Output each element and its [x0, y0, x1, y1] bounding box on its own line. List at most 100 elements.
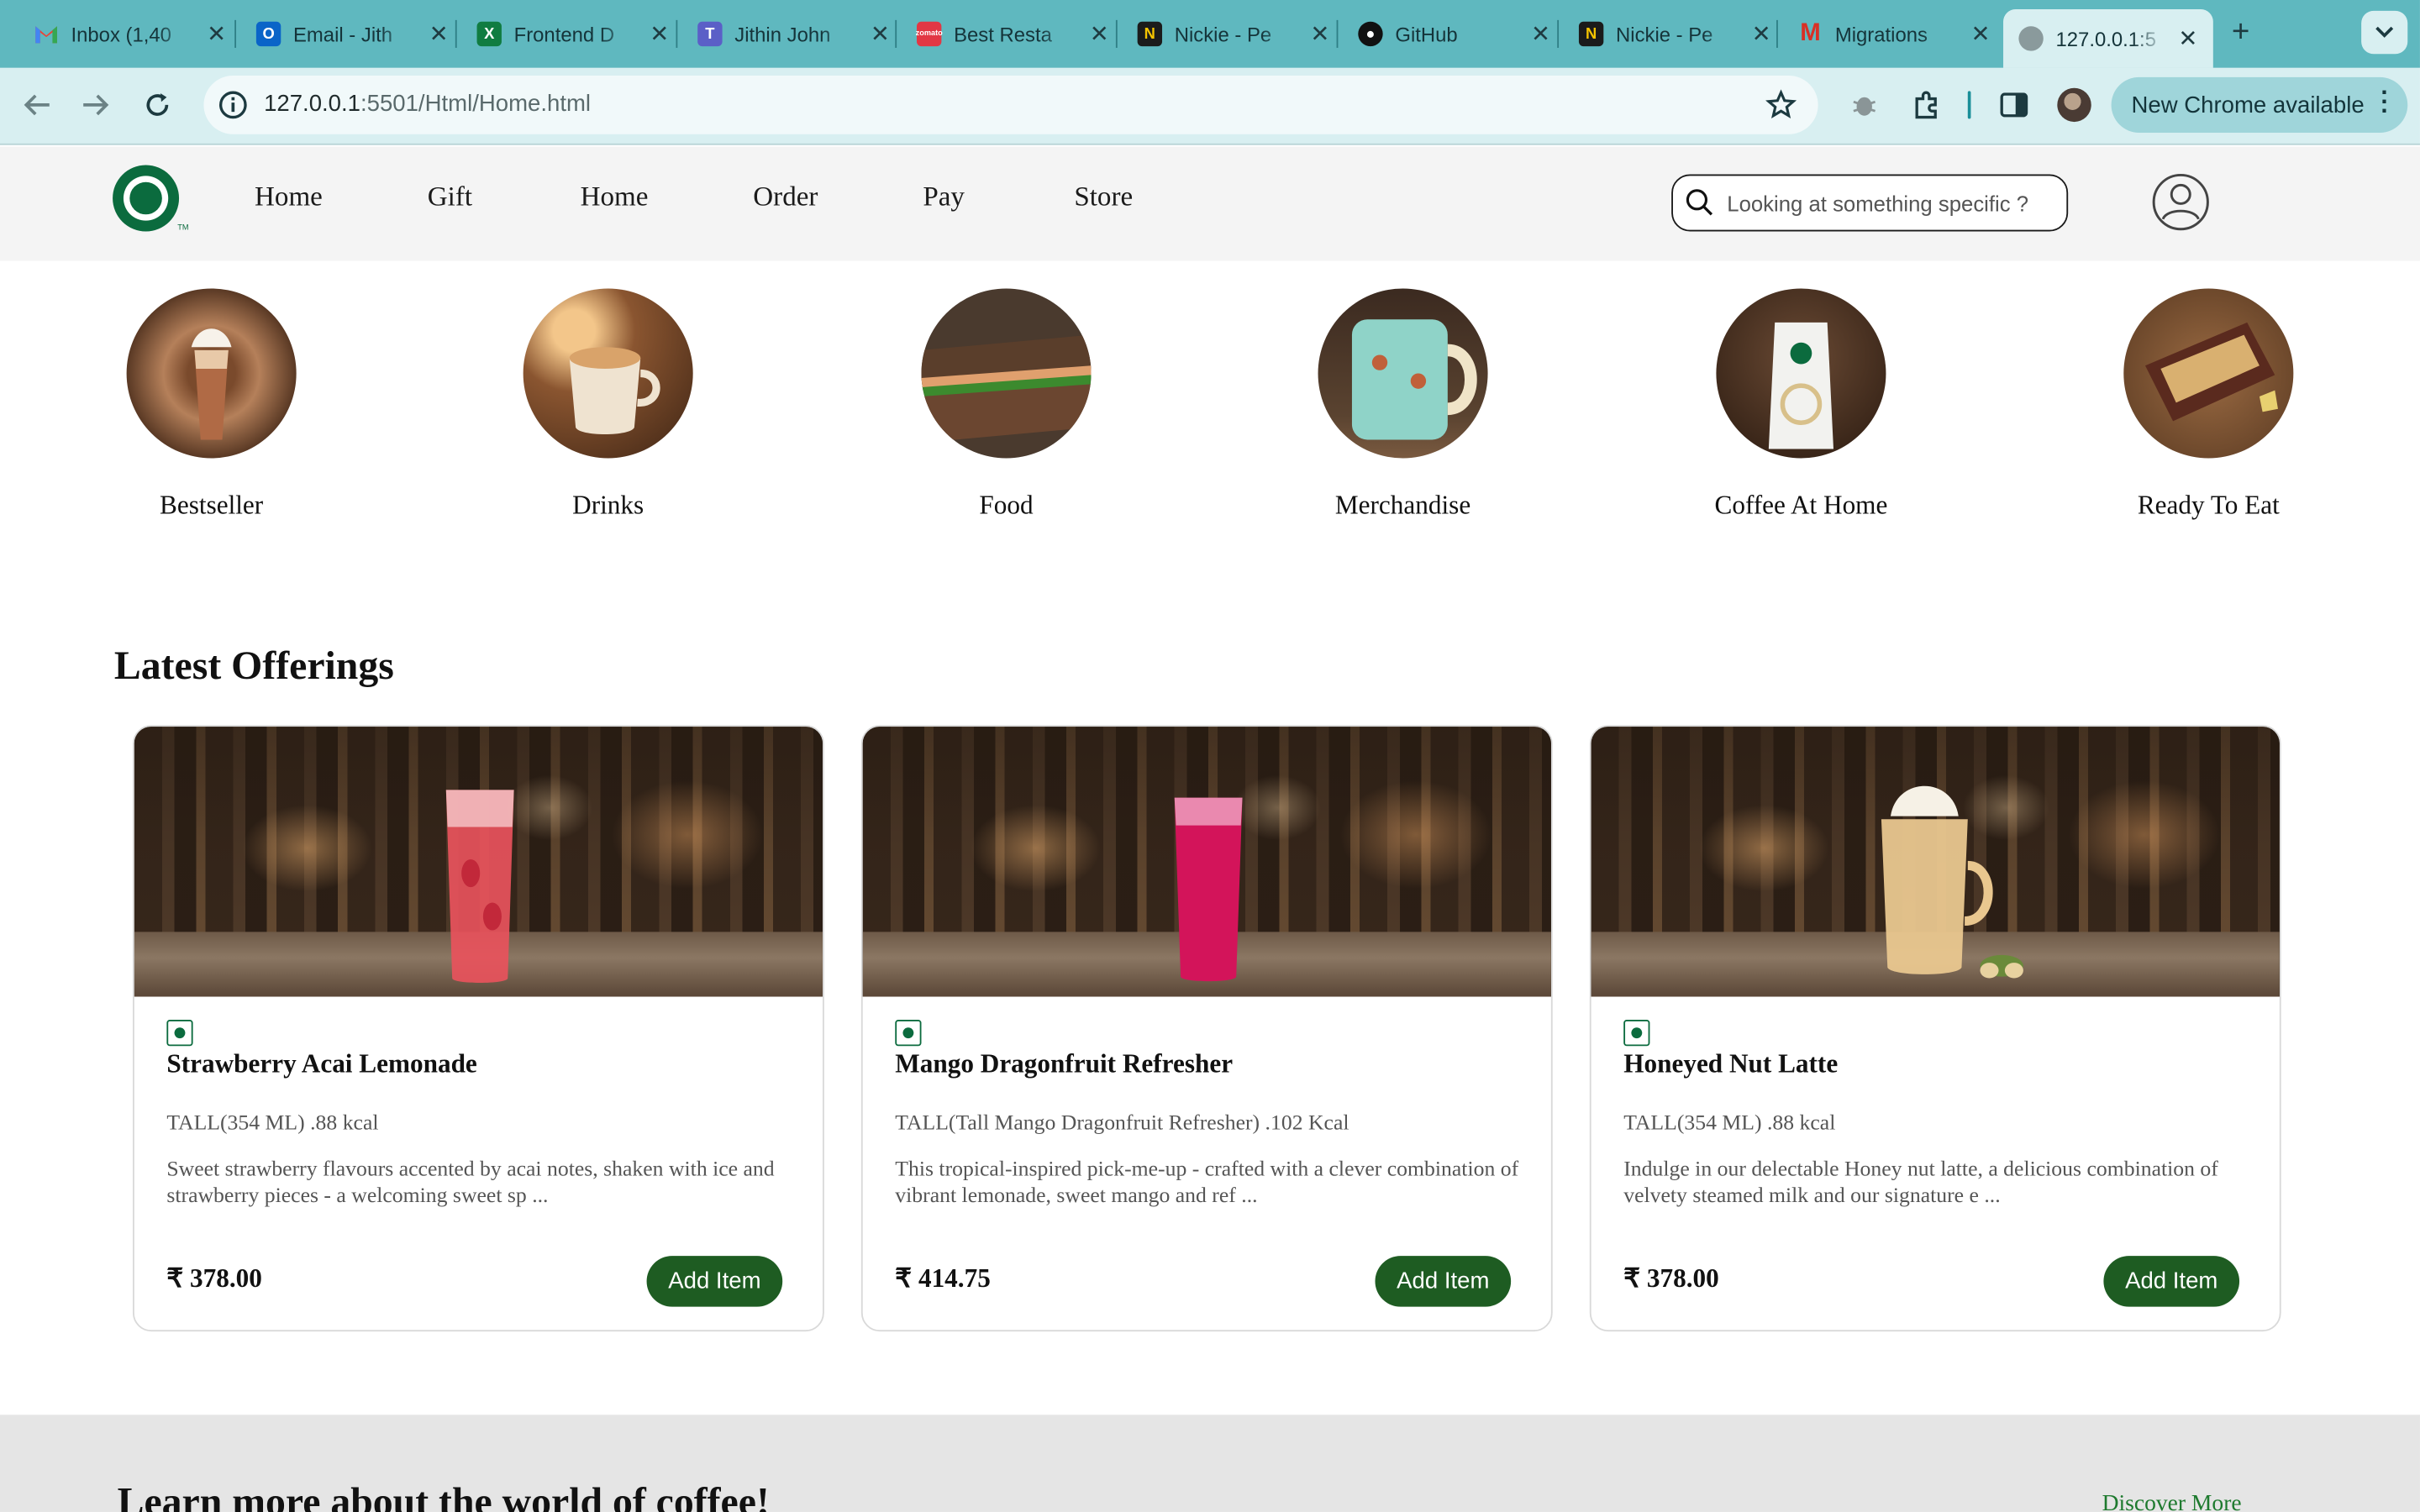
- merchandise-image: [1318, 288, 1488, 459]
- nav-pay[interactable]: Pay: [923, 181, 965, 213]
- close-icon[interactable]: ✕: [207, 20, 226, 48]
- browser-tab[interactable]: M Migrations ✕: [1782, 9, 2006, 59]
- product-price: ₹ 414.75: [895, 1263, 991, 1294]
- close-icon[interactable]: ✕: [1090, 20, 1109, 48]
- category-merchandise[interactable]: Merchandise: [1318, 288, 1488, 520]
- category-label: Food: [979, 491, 1034, 520]
- browser-tab[interactable]: Inbox (1,40 ✕: [18, 9, 242, 59]
- site-info-icon[interactable]: [216, 88, 250, 122]
- category-label: Bestseller: [160, 491, 264, 520]
- tab-title: Nickie - Pe: [1174, 22, 1272, 46]
- profile-avatar[interactable]: [2057, 87, 2091, 123]
- tab-title: Frontend D: [513, 22, 615, 46]
- browser-tab-active[interactable]: 127.0.0.1:5 ✕: [2003, 9, 2213, 68]
- close-icon[interactable]: ✕: [1531, 20, 1550, 48]
- close-icon[interactable]: ✕: [650, 20, 669, 48]
- side-panel-icon[interactable]: [1996, 87, 2033, 123]
- category-label: Ready To Eat: [2137, 491, 2280, 520]
- web-page: TM Home Gift Home Order Pay Store Be: [0, 146, 2420, 1512]
- tab-title: Migrations: [1834, 22, 1928, 46]
- tab-title: Best Resta: [954, 22, 1052, 46]
- browser-tab[interactable]: zomato Best Resta ✕: [902, 9, 1125, 59]
- url-text: 127.0.0.1:5501/Html/Home.html: [264, 91, 591, 117]
- browser-tab[interactable]: O Email - Jith ✕: [241, 9, 465, 59]
- category-label: Coffee At Home: [1714, 491, 1888, 520]
- close-icon[interactable]: ✕: [871, 20, 890, 48]
- close-icon[interactable]: ✕: [2178, 24, 2197, 52]
- address-bar[interactable]: 127.0.0.1:5501/Html/Home.html: [203, 75, 1818, 134]
- user-account-icon[interactable]: [2151, 173, 2210, 232]
- product-card: Mango Dragonfruit Refresher TALL(Tall Ma…: [860, 725, 1553, 1332]
- nav-home-2[interactable]: Home: [581, 181, 649, 213]
- extensions-puzzle-icon[interactable]: [1907, 87, 1944, 123]
- add-item-button[interactable]: Add Item: [2103, 1256, 2240, 1307]
- bestseller-image: [126, 288, 297, 459]
- veg-indicator-icon: [1623, 1020, 1650, 1047]
- nav-gift[interactable]: Gift: [428, 181, 472, 213]
- excel-icon: X: [476, 21, 502, 47]
- close-icon[interactable]: ✕: [429, 20, 449, 48]
- category-ready-to-eat[interactable]: Ready To Eat: [2123, 288, 2294, 520]
- nav-store[interactable]: Store: [1074, 181, 1133, 213]
- tab-title: Nickie - Pe: [1616, 22, 1713, 46]
- new-tab-icon[interactable]: +: [2232, 15, 2249, 50]
- tab-title: Email - Jith: [292, 22, 393, 46]
- browser-tab[interactable]: X Frontend D ✕: [461, 9, 685, 59]
- browser-tab[interactable]: T Jithin John ✕: [682, 9, 906, 59]
- product-size: TALL(354 ML) .88 kcal: [166, 1112, 379, 1136]
- forward-arrow-icon[interactable]: [77, 87, 114, 123]
- category-bestseller[interactable]: Bestseller: [126, 288, 297, 520]
- browser-tab[interactable]: N Nickie - Pe ✕: [1564, 9, 1787, 59]
- veg-indicator-icon: [895, 1020, 922, 1047]
- add-item-button[interactable]: Add Item: [1375, 1256, 1512, 1307]
- teams-icon: T: [697, 21, 723, 47]
- tab-search-chevron-icon[interactable]: [2361, 10, 2408, 55]
- close-icon[interactable]: ✕: [1310, 20, 1329, 48]
- discover-more-link[interactable]: Discover More: [2102, 1492, 2242, 1512]
- chrome-update-button[interactable]: New Chrome available · · ·: [2111, 76, 2408, 133]
- category-food[interactable]: Food: [921, 288, 1092, 520]
- browser-tab[interactable]: ● GitHub ✕: [1343, 9, 1566, 59]
- product-name: Mango Dragonfruit Refresher: [895, 1048, 1234, 1079]
- more-menu-icon[interactable]: · · ·: [2381, 81, 2389, 123]
- tab-title: 127.0.0.1:5: [2055, 27, 2156, 50]
- nickie-icon: N: [1137, 21, 1163, 47]
- product-image: [1591, 727, 2280, 997]
- back-arrow-icon[interactable]: [18, 87, 55, 123]
- starbucks-logo[interactable]: TM: [113, 165, 189, 233]
- add-item-button[interactable]: Add Item: [646, 1256, 783, 1307]
- zomato-icon: zomato: [916, 21, 943, 47]
- tab-title: Jithin John: [734, 22, 831, 46]
- extension-bug-icon[interactable]: [1846, 87, 1883, 123]
- category-coffee-at-home[interactable]: Coffee At Home: [1715, 288, 1887, 520]
- ready-to-eat-image: [2123, 288, 2294, 459]
- drinks-image: [523, 288, 693, 459]
- reload-icon[interactable]: [139, 87, 176, 123]
- close-icon[interactable]: ✕: [1970, 20, 1990, 48]
- browser-toolbar: 127.0.0.1:5501/Html/Home.html New Chrome…: [0, 67, 2420, 145]
- product-description: Indulge in our delectable Honey nut latt…: [1623, 1158, 2218, 1209]
- product-size: TALL(354 ML) .88 kcal: [1623, 1112, 1836, 1136]
- nickie-icon: N: [1578, 21, 1604, 47]
- product-name: Strawberry Acai Lemonade: [166, 1048, 477, 1079]
- category-drinks[interactable]: Drinks: [523, 288, 693, 520]
- outlook-icon: O: [255, 21, 281, 47]
- category-label: Merchandise: [1334, 491, 1471, 520]
- coffee-at-home-image: [1716, 288, 1886, 459]
- nav-home[interactable]: Home: [255, 181, 323, 213]
- globe-icon: [2018, 26, 2044, 51]
- search-input[interactable]: [1727, 188, 2060, 219]
- product-card: Strawberry Acai Lemonade TALL(354 ML) .8…: [132, 725, 824, 1332]
- nav-order[interactable]: Order: [753, 181, 818, 213]
- food-image: [921, 288, 1092, 459]
- product-price: ₹ 378.00: [166, 1263, 262, 1294]
- close-icon[interactable]: ✕: [1752, 20, 1771, 48]
- bookmark-star-icon[interactable]: [1765, 89, 1797, 129]
- tab-title: GitHub: [1395, 22, 1458, 46]
- github-icon: ●: [1358, 21, 1383, 47]
- gmail-icon: [34, 22, 58, 46]
- browser-tab[interactable]: N Nickie - Pe ✕: [1122, 9, 1345, 59]
- browser-tab-bar: Inbox (1,40 ✕ O Email - Jith ✕ X Fronten…: [0, 0, 2420, 68]
- learn-more-title: Learn more about the world of coffee!: [117, 1479, 770, 1512]
- product-price: ₹ 378.00: [1623, 1263, 1719, 1294]
